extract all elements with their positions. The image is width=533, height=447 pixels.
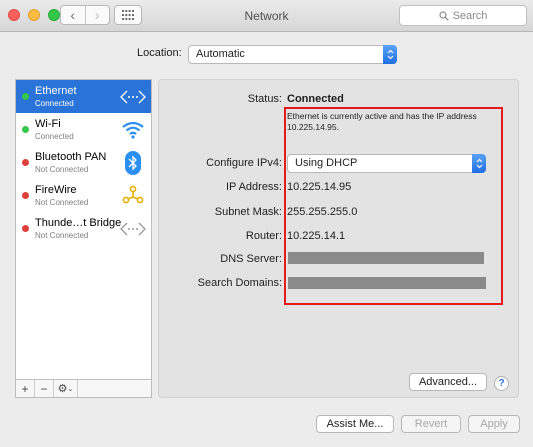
- highlight-box: [284, 107, 503, 305]
- ip-address-label: IP Address:: [225, 181, 282, 193]
- status-value: Connected: [287, 93, 344, 105]
- service-thunderbolt-bridge[interactable]: Thunde…t Bridge Not Connected: [16, 212, 151, 245]
- back-button[interactable]: ‹: [61, 6, 85, 24]
- service-list: Ethernet Connected Wi-Fi Connected Bluet…: [15, 79, 152, 398]
- location-label: Location:: [137, 47, 182, 59]
- minimize-window-button[interactable]: [28, 9, 40, 21]
- service-ethernet[interactable]: Ethernet Connected: [16, 80, 151, 113]
- bluetooth-icon: [120, 150, 146, 176]
- dns-server-label: DNS Server:: [220, 253, 282, 265]
- show-all-button[interactable]: [114, 5, 142, 25]
- status-dot: [22, 192, 29, 199]
- gear-icon[interactable]: ⚙ ⌄: [54, 380, 78, 397]
- service-name: Ethernet: [35, 85, 77, 97]
- service-name: FireWire: [35, 184, 77, 196]
- service-status: Connected: [35, 99, 74, 108]
- thunderbolt-bridge-icon: [120, 216, 146, 242]
- router-label: Router:: [245, 230, 282, 242]
- service-bluetooth-pan[interactable]: Bluetooth PAN Not Connected: [16, 146, 151, 179]
- advanced-button[interactable]: Advanced...: [409, 373, 487, 391]
- grid-icon: [122, 10, 134, 20]
- firewire-icon: [120, 183, 146, 209]
- zoom-window-button[interactable]: [48, 9, 60, 21]
- apply-button[interactable]: Apply: [468, 415, 520, 433]
- status-label: Status:: [247, 93, 282, 105]
- title-bar: ‹ › Network Search: [0, 0, 533, 32]
- service-wifi[interactable]: Wi-Fi Connected: [16, 113, 151, 146]
- status-dot: [22, 126, 29, 133]
- remove-service-button[interactable]: −: [35, 380, 54, 397]
- subnet-mask-label: Subnet Mask:: [214, 206, 282, 218]
- assist-me-button[interactable]: Assist Me...: [316, 415, 394, 433]
- search-icon: [438, 10, 449, 21]
- revert-button[interactable]: Revert: [401, 415, 461, 433]
- configure-ipv4-label: Configure IPv4:: [206, 157, 282, 169]
- back-forward-control: ‹ ›: [60, 5, 110, 25]
- search-placeholder: Search: [452, 9, 488, 22]
- add-service-button[interactable]: +: [16, 380, 35, 397]
- service-name: Bluetooth PAN: [35, 151, 107, 163]
- service-name: Wi-Fi: [35, 118, 61, 130]
- service-status: Not Connected: [35, 165, 89, 174]
- status-dot: [22, 159, 29, 166]
- service-status: Connected: [35, 132, 74, 141]
- forward-button[interactable]: ›: [84, 6, 110, 24]
- location-select[interactable]: Automatic: [188, 45, 397, 64]
- service-status: Not Connected: [35, 231, 89, 240]
- status-dot: [22, 93, 29, 100]
- location-value: Automatic: [196, 48, 245, 60]
- service-list-controls: + − ⚙ ⌄: [15, 379, 152, 398]
- status-dot: [22, 225, 29, 232]
- popup-arrows-icon: [383, 45, 397, 64]
- service-name: Thunde…t Bridge: [35, 217, 122, 229]
- search-domains-label: Search Domains:: [197, 277, 282, 289]
- wifi-icon: [120, 117, 146, 143]
- ethernet-icon: [120, 84, 146, 110]
- service-status: Not Connected: [35, 198, 89, 207]
- service-firewire[interactable]: FireWire Not Connected: [16, 179, 151, 212]
- search-input[interactable]: Search: [399, 5, 527, 26]
- close-window-button[interactable]: [8, 9, 20, 21]
- help-button[interactable]: ?: [494, 376, 509, 391]
